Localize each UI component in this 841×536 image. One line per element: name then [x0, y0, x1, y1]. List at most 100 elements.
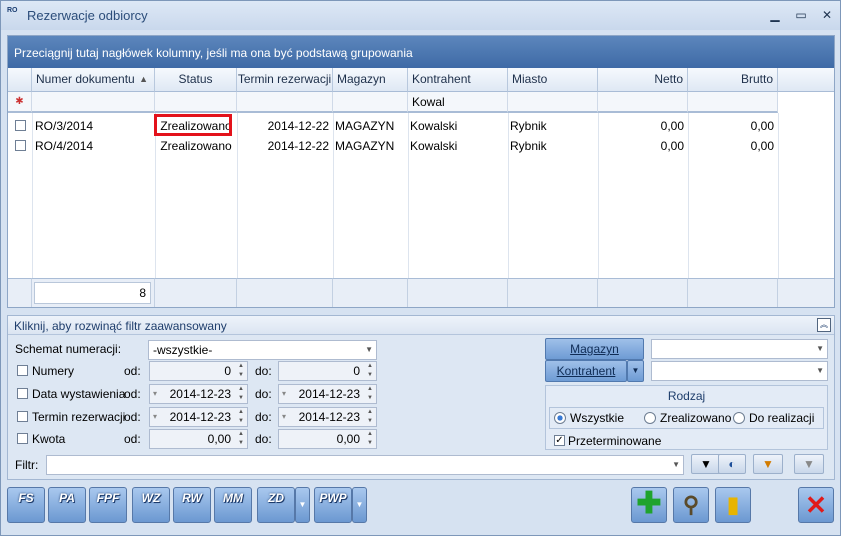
row-checkbox[interactable] [15, 120, 26, 131]
cell-termin: 2014-12-22 [267, 139, 329, 153]
group-by-area[interactable]: Przeciągnij tutaj nagłówek kolumny, jeśl… [8, 36, 834, 68]
schemat-select[interactable]: -wszystkie- ▼ [148, 340, 377, 360]
row-checkbox[interactable] [15, 140, 26, 151]
numery-od[interactable]: 0 ▲ ▼ [149, 361, 248, 381]
header-termin[interactable]: Termin rezerwacji [237, 68, 333, 92]
przeterminowane-checkbox[interactable]: ✓ [554, 435, 565, 446]
kwota-od[interactable]: 0,00 ▲ ▼ [149, 429, 248, 449]
cell-netto: 0,00 [660, 119, 684, 133]
cell-numer: RO/3/2014 [35, 119, 94, 133]
sort-asc-icon: ▲ [139, 74, 148, 84]
mm-button[interactable]: MM [214, 487, 252, 523]
header-brutto[interactable]: Brutto [688, 68, 778, 92]
cell-miasto: Rybnik [510, 139, 547, 153]
data-wystawienia-label: Data wystawienia [32, 387, 126, 401]
radio-do-realizacji-label: Do realizacji [749, 411, 815, 425]
magazyn-select[interactable]: ▼ [651, 339, 828, 359]
filter-refresh-icon[interactable]: ◐ [718, 454, 746, 474]
radio-zrealizowano[interactable] [644, 412, 656, 424]
cell-numer: RO/4/2014 [35, 139, 94, 153]
numery-checkbox[interactable] [17, 365, 28, 376]
documents-grid: Przeciągnij tutaj nagłówek kolumny, jeśl… [7, 35, 835, 308]
title-bar: RO Rezerwacje odbiorcy ▁ ▭ ✕ [1, 1, 840, 30]
radio-wszystkie-label: Wszystkie [570, 411, 624, 425]
delete-bin-icon[interactable]: ▮ [715, 487, 751, 523]
filter-kontrahent[interactable]: Kowal [408, 92, 508, 113]
filtr-input[interactable]: ▼ [46, 455, 684, 475]
header-kontrahent[interactable]: Kontrahent [408, 68, 508, 92]
filter-termin[interactable] [237, 92, 333, 113]
termin-rezerwacji-checkbox[interactable] [17, 411, 28, 422]
filter-brutto[interactable] [688, 92, 778, 113]
rodzaj-group: Rodzaj Wszystkie Zrealizowano Do realiza… [545, 385, 828, 450]
header-numer[interactable]: Numer dokumentu ▲ [32, 68, 155, 92]
collapse-icon[interactable]: ︽ [817, 318, 831, 332]
header-miasto[interactable]: Miasto [508, 68, 598, 92]
data-wystawienia-checkbox[interactable] [17, 388, 28, 399]
minimize-icon[interactable]: ▁ [765, 6, 785, 24]
filtr-label: Filtr: [15, 458, 39, 472]
cell-netto: 0,00 [660, 139, 684, 153]
filter-numer[interactable] [32, 92, 155, 113]
header-select[interactable] [8, 68, 32, 92]
magazyn-button[interactable]: Magazyn [545, 338, 644, 360]
kontrahent-button[interactable]: Kontrahent [545, 360, 627, 382]
radio-wszystkie[interactable] [554, 412, 566, 424]
filter-edit-icon[interactable]: ▼ [753, 454, 783, 474]
pa-button[interactable]: PA [48, 487, 86, 523]
filter-expand-header[interactable]: Kliknij, aby rozwinąć filtr zaawansowany… [8, 316, 834, 335]
fpf-button[interactable]: FPF [89, 487, 127, 523]
data-wystawienia-do[interactable]: ▾ 2014-12-23 ▲ ▼ [278, 384, 377, 404]
przeterminowane-label: Przeterminowane [568, 434, 662, 448]
filter-apply-icon[interactable]: ▼ [691, 454, 721, 474]
filter-row-icon[interactable]: ✱ [8, 92, 32, 113]
header-netto[interactable]: Netto [598, 68, 688, 92]
kontrahent-dropdown-icon[interactable]: ▼ [627, 360, 644, 382]
schemat-label: Schemat numeracji: [15, 342, 122, 356]
cell-kontrahent: Kowalski [410, 119, 458, 133]
cell-magazyn: MAGAZYN [335, 139, 395, 153]
cell-kontrahent: Kowalski [410, 139, 458, 153]
rw-button[interactable]: RW [173, 487, 211, 523]
zd-dropdown-icon[interactable]: ▼ [295, 487, 310, 523]
cell-magazyn: MAGAZYN [335, 119, 395, 133]
filter-clear-icon[interactable]: ▼ [794, 454, 824, 474]
add-icon[interactable]: ✚ [631, 487, 667, 523]
kwota-checkbox[interactable] [17, 433, 28, 444]
cell-termin: 2014-12-22 [267, 119, 329, 133]
edit-magnifier-icon[interactable]: ⚲ [673, 487, 709, 523]
highlight-box [154, 114, 232, 136]
kwota-label: Kwota [32, 432, 66, 446]
close-window-icon[interactable]: ✕ [798, 487, 834, 523]
numery-do[interactable]: 0 ▲ ▼ [278, 361, 377, 381]
data-wystawienia-od[interactable]: ▾ 2014-12-23 ▲ ▼ [149, 384, 248, 404]
radio-do-realizacji[interactable] [733, 412, 745, 424]
filter-status[interactable] [155, 92, 237, 113]
zd-button[interactable]: ZD [257, 487, 295, 523]
rodzaj-title: Rodzaj [667, 389, 706, 403]
cell-miasto: Rybnik [510, 119, 547, 133]
termin-rezerwacji-label: Termin rezerwacji [32, 410, 126, 424]
radio-zrealizowano-label: Zrealizowano [660, 411, 732, 425]
filter-magazyn[interactable] [333, 92, 408, 113]
wz-button[interactable]: WZ [132, 487, 170, 523]
header-magazyn[interactable]: Magazyn [333, 68, 408, 92]
window: RO Rezerwacje odbiorcy ▁ ▭ ✕ Przeciągnij… [0, 0, 841, 536]
filter-miasto[interactable] [508, 92, 598, 113]
cell-status: Zrealizowano [160, 139, 232, 153]
termin-rezerwacji-od[interactable]: ▾ 2014-12-23 ▲ ▼ [149, 407, 248, 427]
header-status[interactable]: Status [155, 68, 237, 92]
footer-count: 8 [34, 282, 151, 304]
fs-button[interactable]: FS [7, 487, 45, 523]
filter-netto[interactable] [598, 92, 688, 113]
close-icon[interactable]: ✕ [817, 6, 837, 24]
kwota-do[interactable]: 0,00 ▲ ▼ [278, 429, 377, 449]
pwp-button[interactable]: PWP [314, 487, 352, 523]
termin-rezerwacji-do[interactable]: ▾ 2014-12-23 ▲ ▼ [278, 407, 377, 427]
header-spacer [778, 68, 834, 92]
cell-brutto: 0,00 [750, 139, 774, 153]
maximize-icon[interactable]: ▭ [791, 6, 811, 24]
cell-brutto: 0,00 [750, 119, 774, 133]
pwp-dropdown-icon[interactable]: ▼ [352, 487, 367, 523]
kontrahent-select[interactable]: ▼ [651, 361, 828, 381]
